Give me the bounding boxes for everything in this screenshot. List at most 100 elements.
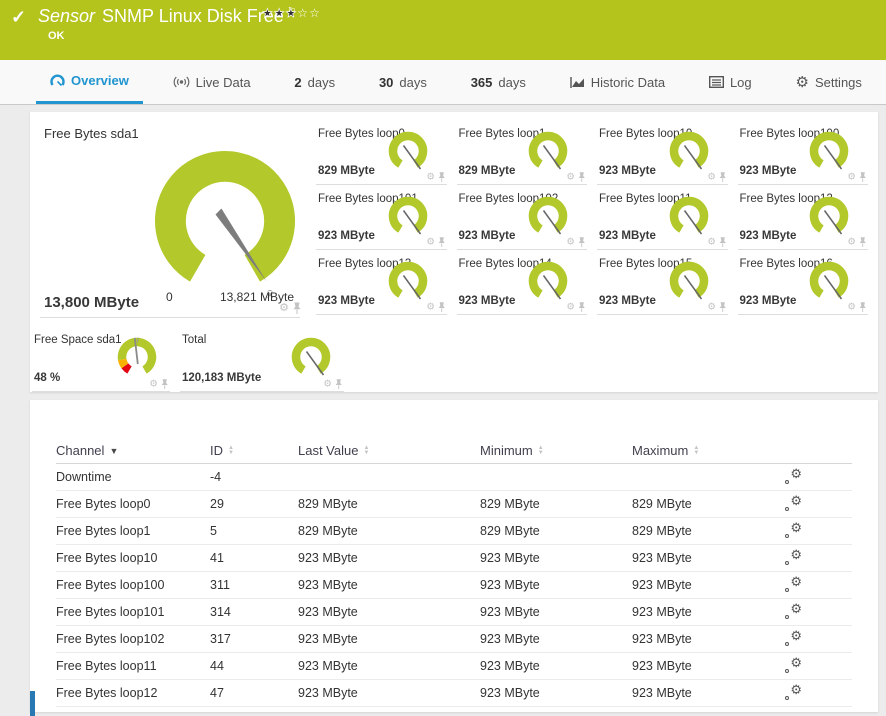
tab-365-days[interactable]: 365 days (457, 60, 540, 104)
gauge-free-bytes-loop102[interactable]: Free Bytes loop102 923 MByte ⚙ (457, 185, 588, 250)
gear-icon[interactable]: ⚙ (567, 237, 575, 246)
gear-icon[interactable]: ⚙ (567, 302, 575, 311)
column-header-last-value[interactable]: Last Value ▲▼ (298, 443, 480, 458)
gauge-free-bytes-loop100[interactable]: Free Bytes loop100 923 MByte ⚙ (738, 120, 869, 185)
pin-icon[interactable] (859, 237, 868, 247)
pin-icon[interactable] (335, 379, 344, 389)
cell-minimum: 923 MByte (480, 578, 632, 592)
pin-icon[interactable] (161, 379, 170, 389)
pin-icon[interactable] (437, 302, 446, 312)
channel-settings-icon[interactable]: ⚙ (784, 496, 802, 512)
tab-log[interactable]: Log (695, 60, 766, 104)
star-filled-icon[interactable]: ★ (274, 6, 286, 20)
gear-icon[interactable]: ⚙ (324, 379, 332, 388)
gear-icon[interactable]: ⚙ (426, 237, 434, 246)
channel-settings-icon[interactable]: ⚙ (784, 469, 802, 485)
gauge-free-bytes-loop14[interactable]: Free Bytes loop14 923 MByte ⚙ (457, 250, 588, 315)
tab-30-days[interactable]: 30 days (365, 60, 441, 104)
gauge-title: Free Bytes sda1 (44, 126, 139, 141)
pin-icon[interactable] (292, 302, 302, 314)
pin-icon[interactable] (578, 237, 587, 247)
gauge-free-bytes-loop12[interactable]: Free Bytes loop12 923 MByte ⚙ (738, 185, 869, 250)
gear-icon[interactable]: ⚙ (426, 172, 434, 181)
column-header-id[interactable]: ID ▲▼ (210, 443, 298, 458)
table-row-loop100[interactable]: Free Bytes loop100 311 923 MByte 923 MBy… (56, 572, 852, 599)
channel-settings-icon[interactable]: ⚙ (784, 658, 802, 674)
gauge-value: 923 MByte (459, 295, 516, 307)
star-empty-icon[interactable]: ☆ (309, 6, 321, 20)
tab-historic-data[interactable]: Historic Data (556, 60, 679, 104)
table-row-loop10[interactable]: Free Bytes loop10 41 923 MByte 923 MByte… (56, 545, 852, 572)
table-row-loop11[interactable]: Free Bytes loop11 44 923 MByte 923 MByte… (56, 653, 852, 680)
gauge-title: Total (182, 334, 206, 346)
pin-icon[interactable] (578, 302, 587, 312)
tab-settings[interactable]: ⚙ Settings (781, 60, 875, 104)
gear-icon[interactable]: ⚙ (848, 172, 856, 181)
channel-settings-icon[interactable]: ⚙ (784, 631, 802, 647)
tab-overview[interactable]: Overview (36, 60, 143, 104)
cell-maximum: 923 MByte (632, 578, 782, 592)
channel-settings-icon[interactable]: ⚙ (784, 550, 802, 566)
gear-icon[interactable]: ⚙ (150, 379, 158, 388)
gauge-total[interactable]: Total 120,183 MByte ⚙ (180, 326, 344, 392)
table-row-loop0[interactable]: Free Bytes loop0 29 829 MByte 829 MByte … (56, 491, 852, 518)
gauge-dial (381, 194, 435, 242)
table-row-loop102[interactable]: Free Bytes loop102 317 923 MByte 923 MBy… (56, 626, 852, 653)
gauge-free-bytes-loop0[interactable]: Free Bytes loop0 829 MByte ⚙ (316, 120, 447, 185)
priority-stars[interactable]: ★★★☆☆ (262, 6, 321, 20)
gear-icon[interactable]: ⚙ (567, 172, 575, 181)
pin-icon[interactable] (859, 172, 868, 182)
gauge-free-space-sda1[interactable]: Free Space sda1 48 % ⚙ (32, 326, 170, 392)
gauge-free-bytes-sda1[interactable]: Free Bytes sda1 x̄ 0 13,821 MByte 13,800… (30, 112, 316, 318)
gear-icon[interactable]: ⚙ (848, 302, 856, 311)
pin-icon[interactable] (437, 237, 446, 247)
column-header-maximum[interactable]: Maximum ▲▼ (632, 443, 782, 458)
gear-icon[interactable]: ⚙ (848, 237, 856, 246)
table-row-downtime[interactable]: Downtime -4 ⚙ (56, 464, 852, 491)
star-filled-icon[interactable]: ★ (262, 6, 274, 20)
tab-2-days[interactable]: 2 days (280, 60, 349, 104)
gauge-free-bytes-loop15[interactable]: Free Bytes loop15 923 MByte ⚙ (597, 250, 728, 315)
cell-minimum: 923 MByte (480, 686, 632, 700)
pin-icon[interactable] (859, 302, 868, 312)
column-header-minimum[interactable]: Minimum ▲▼ (480, 443, 632, 458)
gauge-free-bytes-loop13[interactable]: Free Bytes loop13 923 MByte ⚙ (316, 250, 447, 315)
gauge-free-bytes-loop10[interactable]: Free Bytes loop10 923 MByte ⚙ (597, 120, 728, 185)
column-label: Last Value (298, 443, 358, 458)
gauge-scale-min: 0 (166, 290, 173, 304)
channel-settings-icon[interactable]: ⚙ (784, 685, 802, 701)
gear-icon[interactable]: ⚙ (707, 172, 715, 181)
channel-settings-icon[interactable]: ⚙ (784, 523, 802, 539)
gear-icon[interactable]: ⚙ (279, 303, 289, 314)
table-row-loop1[interactable]: Free Bytes loop1 5 829 MByte 829 MByte 8… (56, 518, 852, 545)
tab-live-data[interactable]: Live Data (159, 60, 265, 104)
cell-channel: Free Bytes loop100 (56, 578, 210, 592)
column-label: Minimum (480, 443, 533, 458)
gear-icon[interactable]: ⚙ (426, 302, 434, 311)
table-row-loop101[interactable]: Free Bytes loop101 314 923 MByte 923 MBy… (56, 599, 852, 626)
pin-icon[interactable] (578, 172, 587, 182)
gauge-free-bytes-loop1[interactable]: Free Bytes loop1 829 MByte ⚙ (457, 120, 588, 185)
star-filled-icon[interactable]: ★ (286, 6, 298, 20)
cell-minimum: 923 MByte (480, 659, 632, 673)
tab-label: days (399, 75, 426, 90)
gauge-free-bytes-loop16[interactable]: Free Bytes loop16 923 MByte ⚙ (738, 250, 869, 315)
gear-icon[interactable]: ⚙ (707, 302, 715, 311)
pin-icon[interactable] (437, 172, 446, 182)
cell-minimum: 923 MByte (480, 551, 632, 565)
gauge-free-bytes-loop101[interactable]: Free Bytes loop101 923 MByte ⚙ (316, 185, 447, 250)
column-header-channel[interactable]: Channel ▼ (56, 443, 210, 458)
gauge-value: 923 MByte (318, 295, 375, 307)
channel-settings-icon[interactable]: ⚙ (784, 577, 802, 593)
pin-icon[interactable] (718, 302, 727, 312)
gauge-dial (802, 194, 856, 242)
pin-icon[interactable] (718, 237, 727, 247)
table-row-loop12[interactable]: Free Bytes loop12 47 923 MByte 923 MByte… (56, 680, 852, 707)
gauge-value: 13,800 MByte (44, 294, 139, 311)
gauge-free-bytes-loop11[interactable]: Free Bytes loop11 923 MByte ⚙ (597, 185, 728, 250)
gear-icon[interactable]: ⚙ (707, 237, 715, 246)
channel-settings-icon[interactable]: ⚙ (784, 604, 802, 620)
star-empty-icon[interactable]: ☆ (297, 6, 309, 20)
pin-icon[interactable] (718, 172, 727, 182)
object-type-label: Sensor (38, 6, 95, 26)
